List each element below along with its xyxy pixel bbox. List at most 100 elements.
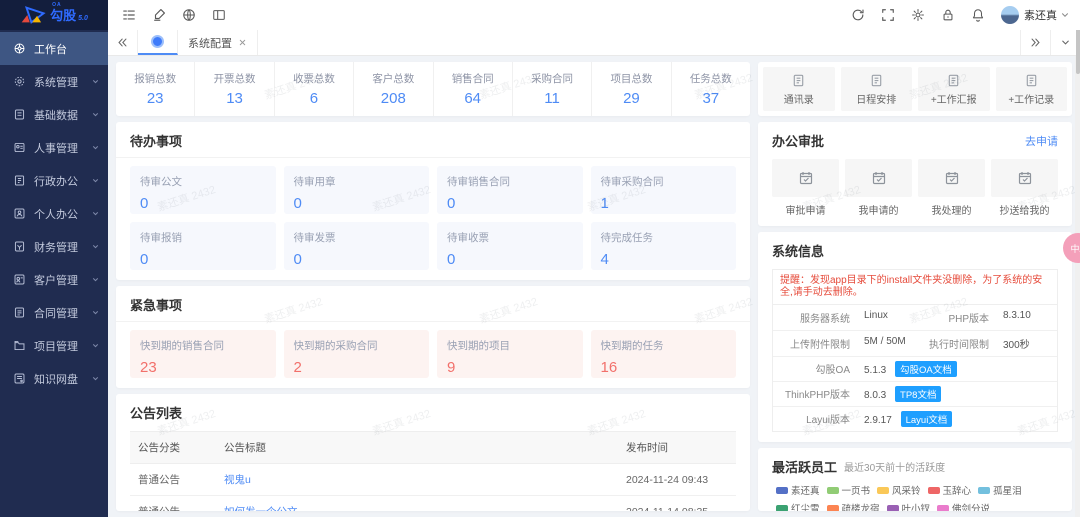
quick-action-button[interactable]: +工作记录: [995, 67, 1067, 111]
todo-cell[interactable]: 待审报销 0: [130, 222, 276, 270]
todo-cell[interactable]: 待审公文 0: [130, 166, 276, 214]
approval-action[interactable]: 我处理的: [918, 159, 985, 217]
sidebar-item-project-management[interactable]: 项目管理: [0, 329, 108, 362]
legend-item[interactable]: 素还真: [776, 483, 820, 497]
announcements-title: 公告列表: [130, 406, 183, 421]
approval-buttons: 审批申请 我申请的 我处理的 抄送给我的: [758, 157, 1072, 226]
stat-cell[interactable]: 客户总数 208: [354, 62, 434, 116]
stat-cell[interactable]: 开票总数 13: [195, 62, 275, 116]
todo-cell-value: 4: [600, 251, 609, 268]
todo-cell[interactable]: 待审销售合同 0: [437, 166, 583, 214]
sidebar-item-knowledge-drive[interactable]: 知识网盘: [0, 362, 108, 395]
collapse-menu-icon[interactable]: [114, 0, 144, 30]
stat-cell[interactable]: 报销总数 23: [116, 62, 196, 116]
clear-cache-brush-icon[interactable]: [144, 0, 174, 30]
approval-action-box[interactable]: [918, 159, 985, 197]
todo-title: 待办事项: [130, 134, 183, 149]
docs-link-badge[interactable]: 勾股OA文档: [895, 361, 957, 377]
urgent-cell-value: 9: [447, 359, 456, 376]
stat-value: 208: [380, 90, 406, 107]
urgent-cell[interactable]: 快到期的销售合同 23: [130, 330, 276, 378]
legend-name: 玉辞心: [942, 486, 972, 497]
announcement-time: 2024-11-14 08:35: [618, 498, 736, 512]
sidebar-item-workbench[interactable]: 工作台: [0, 32, 108, 65]
docs-link-badge[interactable]: Layui文档: [900, 411, 953, 427]
announcement-title-link[interactable]: 如何发一个公文: [224, 506, 298, 511]
legend-color-pill: [978, 486, 991, 494]
todo-cell[interactable]: 待完成任务 4: [590, 222, 736, 270]
quick-action-icon: [793, 74, 804, 86]
sidebar-item-hr-management[interactable]: 人事管理: [0, 131, 108, 164]
approval-action[interactable]: 审批申请: [772, 159, 839, 217]
version-key: ThinkPHP版本: [773, 382, 857, 407]
user-menu-chevron-down-icon[interactable]: [1060, 10, 1070, 20]
todo-cell-value: 0: [140, 251, 149, 268]
user-avatar[interactable]: [1001, 6, 1019, 24]
sidebar-item-personal-office[interactable]: 个人办公: [0, 197, 108, 230]
user-name[interactable]: 素还真: [1024, 7, 1057, 23]
quick-action-button[interactable]: +工作汇报: [918, 67, 990, 111]
tabs-scroll-left-button[interactable]: [108, 30, 138, 55]
tab-home[interactable]: [138, 30, 178, 55]
todo-grid: 待审公文 0 待审用章 0 待审销售合同 0 待审采购合同 1 待审报销 0 待…: [116, 158, 750, 280]
announcement-category: 普通公告: [138, 474, 180, 486]
approval-action-box[interactable]: [772, 159, 839, 197]
go-apply-link[interactable]: 去申请: [1025, 133, 1058, 149]
quick-action-button[interactable]: 通讯录: [763, 67, 835, 111]
legend-item[interactable]: 佛剑分说: [937, 501, 990, 511]
app-logo[interactable]: OA 勾股 5.0: [0, 0, 108, 30]
sidebar-item-base-data[interactable]: 基础数据: [0, 98, 108, 131]
approval-action[interactable]: 抄送给我的: [991, 159, 1058, 217]
stat-cell[interactable]: 收票总数 6: [275, 62, 355, 116]
active-employees-title: 最活跃员工: [772, 460, 838, 475]
notifications-bell-icon[interactable]: [963, 0, 993, 30]
app-root: OA 勾股 5.0 素还真 工作台 系统管理 基础数据 人事管理 行政办公 个人…: [0, 0, 1080, 517]
docs-link-badge[interactable]: TP8文档: [895, 386, 942, 402]
announcement-time: 2024-11-24 09:43: [626, 473, 709, 486]
settings-gear-icon[interactable]: [903, 0, 933, 30]
todo-cell[interactable]: 待审收票 0: [437, 222, 583, 270]
col-header-time: 发布时间: [626, 442, 668, 454]
stat-cell[interactable]: 采购合同 11: [513, 62, 593, 116]
lock-screen-icon[interactable]: [933, 0, 963, 30]
legend-item[interactable]: 叶小钗: [886, 501, 930, 511]
stat-label: 开票总数: [213, 73, 256, 85]
urgent-cell[interactable]: 快到期的项目 9: [437, 330, 583, 378]
legend-item[interactable]: 疏楼龙宿: [826, 501, 880, 511]
sidebar-item-admin-office[interactable]: 行政办公: [0, 164, 108, 197]
legend-item[interactable]: 风采铃: [877, 483, 921, 497]
urgent-cell[interactable]: 快到期的采购合同 2: [283, 330, 429, 378]
legend-item[interactable]: 玉辞心: [927, 483, 972, 497]
todo-cell[interactable]: 待审发票 0: [283, 222, 429, 270]
fullscreen-icon[interactable]: [873, 0, 903, 30]
sidebar-item-finance-management[interactable]: 财务管理: [0, 230, 108, 263]
legend-item[interactable]: 红尘雪: [776, 501, 820, 511]
urgent-cell[interactable]: 快到期的任务 16: [590, 330, 736, 378]
legend-item[interactable]: 孤星泪: [978, 483, 1022, 497]
close-tab-icon[interactable]: [238, 38, 247, 47]
layout-columns-icon[interactable]: [204, 0, 234, 30]
announcement-title-link[interactable]: 视鬼u: [224, 474, 251, 486]
legend-name: 疏楼龙宿: [841, 504, 880, 511]
quick-action-label: 日程安排: [856, 94, 897, 106]
stat-cell[interactable]: 项目总数 29: [592, 62, 672, 116]
sidebar-item-contract-management[interactable]: 合同管理: [0, 296, 108, 329]
tab-system-config[interactable]: 系统配置: [178, 30, 258, 55]
sidebar-item-label: 知识网盘: [34, 373, 78, 386]
sidebar-item-system-management[interactable]: 系统管理: [0, 65, 108, 98]
language-globe-icon[interactable]: [174, 0, 204, 30]
approval-action-box[interactable]: [845, 159, 912, 197]
approval-action[interactable]: 我申请的: [845, 159, 912, 217]
todo-cell-value: 1: [600, 195, 609, 212]
todo-cell[interactable]: 待审采购合同 1: [590, 166, 736, 214]
todo-cell[interactable]: 待审用章 0: [283, 166, 429, 214]
quick-action-button[interactable]: 日程安排: [840, 67, 912, 111]
todo-cell-label: 待审公文: [140, 176, 182, 188]
approval-action-box[interactable]: [991, 159, 1058, 197]
refresh-icon[interactable]: [843, 0, 873, 30]
stat-cell[interactable]: 销售合同 64: [434, 62, 513, 116]
legend-item[interactable]: 一页书: [826, 483, 870, 497]
sidebar-item-customer-management[interactable]: 客户管理: [0, 263, 108, 296]
tabs-scroll-right-button[interactable]: [1020, 30, 1050, 55]
stat-cell[interactable]: 任务总数 37: [672, 62, 750, 116]
